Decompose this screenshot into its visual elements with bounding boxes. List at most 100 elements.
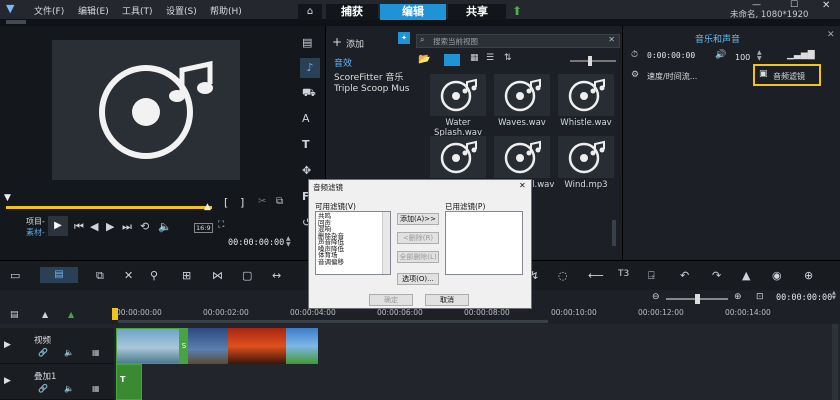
transition-marker[interactable]: S bbox=[180, 328, 188, 364]
menu-file[interactable]: 文件(F) bbox=[34, 4, 64, 17]
library-thumbnail[interactable] bbox=[558, 136, 614, 178]
menu-settings[interactable]: 设置(S) bbox=[166, 4, 197, 17]
menu-help[interactable]: 帮助(H) bbox=[210, 4, 242, 17]
dialog-close-button[interactable]: ✕ bbox=[519, 181, 526, 190]
overlay-track-icon[interactable]: ▶ bbox=[4, 376, 11, 386]
applied-filters-list[interactable] bbox=[445, 211, 523, 275]
scrub-start-handle[interactable]: ▼ bbox=[4, 193, 11, 203]
zoom-handle[interactable] bbox=[695, 294, 700, 304]
split-icon[interactable]: ⋈ bbox=[212, 269, 223, 282]
menu-tools[interactable]: 工具(T) bbox=[122, 4, 153, 17]
folder-item[interactable]: 音效 bbox=[334, 56, 352, 69]
audio-filter-button[interactable]: ▣ 音频滤镜 bbox=[753, 64, 821, 86]
video-clip-1[interactable] bbox=[116, 328, 180, 364]
volume-up-icon[interactable]: 🔊 bbox=[715, 50, 726, 60]
mark-out-button[interactable]: ] bbox=[240, 196, 244, 209]
overlay-clip[interactable]: T bbox=[116, 364, 142, 400]
folder-open-icon[interactable]: 📂 bbox=[418, 54, 430, 65]
title-ab-icon[interactable]: A bbox=[302, 112, 310, 125]
lock-grid-icon[interactable]: ▦ bbox=[92, 384, 100, 393]
lock-grid-icon[interactable]: ▦ bbox=[92, 348, 100, 357]
available-filters-list[interactable]: 共鸣 回声 混响 删除杂音 声音降低 嗓声降低 体育场 音调偏移 bbox=[315, 211, 391, 275]
remove-filter-button[interactable]: <删除(R) bbox=[397, 232, 439, 244]
preview-screen[interactable] bbox=[52, 40, 240, 180]
speed-time-button[interactable]: 速度/时间流... bbox=[647, 71, 697, 82]
folder-item[interactable]: ScoreFitter 音乐 bbox=[334, 70, 410, 83]
duration-field[interactable]: 0:00:00:00 bbox=[647, 51, 695, 60]
add-folder-button[interactable]: 添加 bbox=[346, 37, 364, 50]
graphics-icon[interactable]: ✥ bbox=[302, 164, 311, 177]
view-grid-icon[interactable]: ▦ bbox=[470, 53, 479, 63]
play-button[interactable]: ▶ bbox=[48, 216, 68, 236]
video-clip-4[interactable] bbox=[286, 328, 318, 364]
mute-icon[interactable]: 🔈 bbox=[64, 384, 74, 393]
view-list-button[interactable] bbox=[444, 54, 460, 66]
scrub-end-handle[interactable]: ▲ bbox=[204, 202, 211, 212]
cancel-button[interactable]: 取消 bbox=[425, 294, 469, 306]
thumbnail-size-handle[interactable] bbox=[588, 56, 592, 66]
video-track-icon[interactable]: ▶ bbox=[4, 340, 11, 350]
search-input[interactable]: 搜索当前视图 bbox=[433, 36, 478, 47]
link-icon[interactable]: 🔗 bbox=[38, 348, 48, 357]
audio-library-icon[interactable]: ♪ bbox=[300, 58, 320, 78]
insert-icon[interactable]: ⊕ bbox=[804, 269, 813, 282]
link-icon[interactable]: 🔗 bbox=[38, 384, 48, 393]
filter-options-button[interactable]: 选项(O)... bbox=[397, 273, 439, 285]
redo-icon[interactable]: ↷ bbox=[712, 269, 721, 282]
home-icon[interactable]: ⌂ bbox=[298, 4, 322, 20]
tab-share[interactable]: 共享 bbox=[448, 4, 506, 20]
prev-frame-icon[interactable]: ◀ bbox=[90, 220, 98, 233]
library-thumbnail[interactable] bbox=[430, 74, 486, 116]
ok-button[interactable]: 确定 bbox=[369, 294, 413, 306]
mute-icon[interactable]: 🔈 bbox=[64, 348, 74, 357]
fit-icon[interactable]: ↔ bbox=[272, 269, 281, 282]
scroll-up-icon[interactable]: ▲ bbox=[42, 310, 48, 319]
media-icon[interactable]: ▤ bbox=[302, 36, 312, 49]
add-track-icon[interactable]: ▤ bbox=[10, 310, 19, 320]
storyboard-view-icon[interactable]: ▭ bbox=[10, 269, 20, 282]
title-t-icon[interactable]: T bbox=[302, 138, 310, 151]
library-thumbnail[interactable] bbox=[430, 136, 486, 178]
mode-project[interactable]: 项目- bbox=[26, 216, 45, 227]
align-icon[interactable]: ⊞ bbox=[182, 269, 191, 282]
smart-proxy-icon[interactable]: ◉ bbox=[772, 269, 782, 282]
search-clear-icon[interactable]: ✕ bbox=[608, 35, 615, 44]
sort-icon[interactable]: ⇅ bbox=[504, 53, 512, 63]
preview-panel-icon[interactable] bbox=[6, 20, 26, 24]
timeline-view-button[interactable]: ▤ bbox=[40, 267, 78, 283]
next-frame-icon[interactable]: ▶ bbox=[106, 220, 114, 233]
volume-stepper[interactable]: ▲ ▼ bbox=[757, 50, 762, 62]
fullscreen-icon[interactable]: ⛶ bbox=[218, 220, 224, 230]
mix-icon[interactable]: ✕ bbox=[124, 269, 133, 282]
timeline-timecode[interactable]: 00:00:00:00 bbox=[776, 293, 832, 303]
window-restore-button[interactable]: ☐ bbox=[790, 0, 798, 10]
skip-end-icon[interactable]: ⏭ bbox=[122, 220, 132, 234]
volume-icon[interactable]: 🔈 bbox=[158, 220, 172, 233]
remove-all-button[interactable]: 全部删除(L) bbox=[397, 251, 439, 263]
window-minimize-button[interactable]: — bbox=[752, 0, 761, 10]
ruler-scrollbar[interactable] bbox=[118, 320, 548, 323]
undo-icon[interactable]: ↶ bbox=[680, 269, 689, 282]
thumbnail-size-slider[interactable] bbox=[570, 60, 616, 62]
upload-icon[interactable]: ⬆ bbox=[512, 4, 522, 18]
fit-project-icon[interactable]: ⊡ bbox=[756, 292, 764, 302]
crop-icon[interactable]: ▢ bbox=[242, 269, 252, 282]
mark-in-button[interactable]: [ bbox=[224, 196, 228, 209]
view-details-icon[interactable]: ☰ bbox=[486, 53, 494, 63]
skip-start-icon[interactable]: ⏮ bbox=[74, 220, 84, 234]
copy-frame-icon[interactable]: ⧉ bbox=[276, 196, 283, 207]
tab-edit[interactable]: 编辑 bbox=[380, 4, 446, 20]
menu-edit[interactable]: 编辑(E) bbox=[78, 4, 109, 17]
3d-title-icon[interactable]: T3 bbox=[618, 269, 629, 279]
instant-project-icon[interactable]: ⛟ bbox=[302, 86, 316, 101]
ripple-edit-icon[interactable]: ▲ bbox=[68, 310, 74, 319]
options-close-icon[interactable]: ✕ bbox=[827, 30, 835, 40]
volume-bars-icon[interactable]: ▁▃▅▇ bbox=[787, 50, 815, 60]
volume-field[interactable]: 100 bbox=[735, 53, 750, 62]
preview-timecode[interactable]: 00:00:00:00 bbox=[228, 238, 284, 248]
library-thumbnail[interactable] bbox=[494, 136, 550, 178]
copy-attributes-icon[interactable]: ⧉ bbox=[96, 269, 104, 283]
window-close-button[interactable]: ✕ bbox=[822, 0, 830, 11]
aspect-ratio-button[interactable]: 16:9 bbox=[194, 223, 213, 233]
folder-item[interactable]: Triple Scoop Music bbox=[334, 84, 410, 94]
